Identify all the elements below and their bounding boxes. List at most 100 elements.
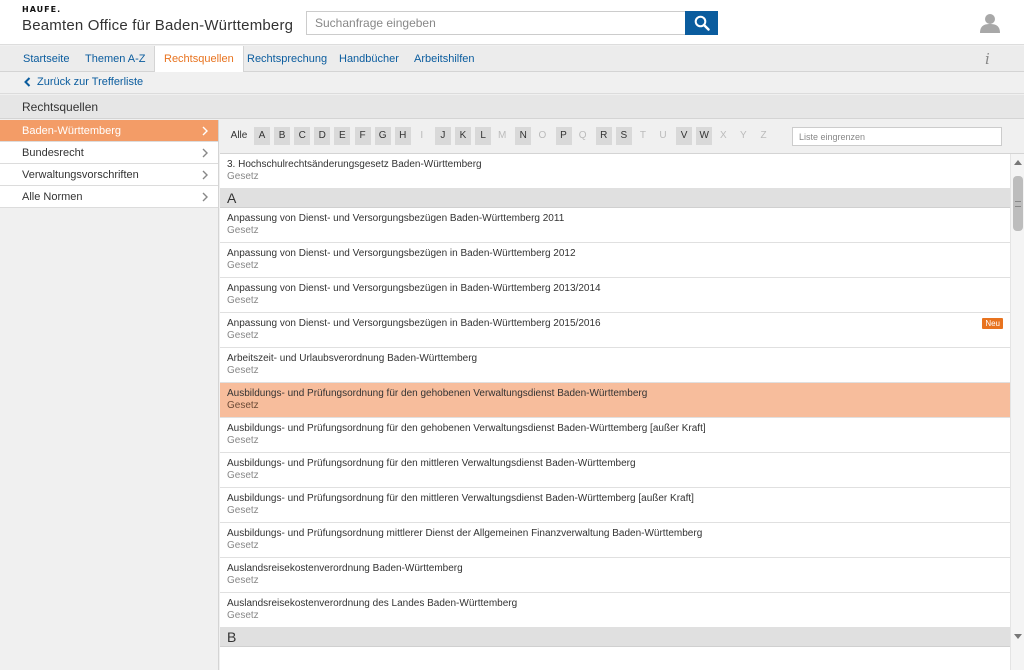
back-bar: Zurück zur Trefferliste — [0, 72, 1024, 94]
document-list: 3. Hochschulrechtsänderungsgesetz Baden-… — [220, 154, 1010, 670]
scroll-down-arrow-icon[interactable] — [1014, 634, 1022, 639]
haufe-logo[interactable]: HAUFE. — [22, 5, 293, 14]
sidebar-item[interactable]: Alle Normen — [0, 186, 218, 208]
letter-filter-c[interactable]: C — [294, 127, 311, 145]
list-item-type: Gesetz — [227, 505, 259, 516]
tab-arbeitshilfen[interactable]: Arbeitshilfen — [405, 46, 484, 72]
list-item[interactable]: Arbeitszeit- und Urlaubsverordnung Baden… — [220, 348, 1010, 383]
letter-filter-w[interactable]: W — [696, 127, 713, 145]
main-nav: Startseite Themen A-Z Rechtsquellen Rech… — [0, 46, 1024, 73]
page-title: Rechtsquellen — [22, 100, 99, 114]
letter-filter-s[interactable]: S — [615, 127, 632, 145]
letter-filter-b[interactable]: B — [274, 127, 291, 145]
sidebar: Baden-Württemberg Bundesrecht Verwaltungsv… — [0, 120, 219, 670]
list-item-type: Gesetz — [227, 365, 259, 376]
list-item[interactable]: Ausbildungs- und Prüfungsordnung für den… — [220, 383, 1010, 418]
list-item-title[interactable]: Arbeitszeit- und Urlaubsverordnung Baden… — [227, 353, 477, 364]
search-icon — [694, 15, 710, 31]
new-badge: Neu — [982, 318, 1003, 329]
list-item[interactable]: Auslandsreisekostenverordnung Baden-Würt… — [220, 558, 1010, 593]
sidebar-item[interactable]: Baden-Württemberg — [0, 120, 218, 142]
list-item-type: Gesetz — [227, 330, 259, 341]
letter-filter-h[interactable]: H — [394, 127, 411, 145]
list-item-type: Gesetz — [227, 260, 259, 271]
letter-filter-n[interactable]: N — [515, 127, 532, 145]
user-icon[interactable] — [979, 13, 1001, 33]
list-item-title[interactable]: Ausbildungs- und Prüfungsordnung für den… — [227, 493, 694, 504]
tab-startseite[interactable]: Startseite — [14, 46, 78, 72]
main-content: AlleABCDEFGHIJKLMNOPQRSTUVWXYZ 3. Hochsc… — [220, 120, 1024, 670]
letter-filter-v[interactable]: V — [676, 127, 693, 145]
sidebar-item-label: Bundesrecht — [22, 147, 84, 159]
list-item-type: Gesetz — [227, 470, 259, 481]
chevron-left-icon — [24, 77, 31, 87]
letter-filter-e[interactable]: E — [334, 127, 351, 145]
tab-handbuecher[interactable]: Handbücher — [330, 46, 408, 72]
list-item-type: Gesetz — [227, 400, 259, 411]
scrollbar[interactable] — [1010, 154, 1024, 670]
list-item-title[interactable]: Ausbildungs- und Prüfungsordnung mittler… — [227, 528, 702, 539]
tab-rechtsprechung[interactable]: Rechtsprechung — [238, 46, 336, 72]
list-item-title[interactable]: Ausbildungs- und Prüfungsordnung für den… — [227, 388, 647, 399]
app-title[interactable]: Beamten Office für Baden-Württemberg — [22, 17, 293, 34]
letter-filter-z: Z — [760, 130, 767, 141]
list-item-title[interactable]: Anpassung von Dienst- und Versorgungsbez… — [227, 283, 601, 294]
back-link[interactable]: Zurück zur Trefferliste — [24, 76, 143, 88]
alphabet-filter-bar: AlleABCDEFGHIJKLMNOPQRST UVWX Y Z — [220, 120, 1024, 154]
brand: HAUFE. Beamten Office für Baden-Württemb… — [22, 5, 293, 34]
search-bar — [306, 11, 718, 35]
search-input[interactable] — [306, 11, 686, 35]
scroll-up-arrow-icon[interactable] — [1014, 160, 1022, 165]
letter-filter-d[interactable]: D — [314, 127, 331, 145]
list-item[interactable]: Ausbildungs- und Prüfungsordnung für den… — [220, 488, 1010, 523]
list-item-title[interactable]: Auslandsreisekostenverordnung des Landes… — [227, 598, 517, 609]
list-group-header: B — [220, 628, 1010, 647]
list-item-title[interactable]: Anpassung von Dienst- und Versorgungsbez… — [227, 213, 564, 224]
list-item-title[interactable]: Auslandsreisekostenverordnung Baden-Würt… — [227, 563, 463, 574]
list-item[interactable]: Auslandsreisekostenverordnung des Landes… — [220, 593, 1010, 628]
letter-filter-a[interactable]: A — [254, 127, 270, 145]
sidebar-item[interactable]: Bundesrecht — [0, 142, 218, 164]
back-link-label: Zurück zur Trefferliste — [37, 76, 144, 88]
list-item[interactable]: Anpassung von Dienst- und Versorgungsbez… — [220, 278, 1010, 313]
list-item-type: Gesetz — [227, 575, 259, 586]
list-item[interactable]: Ausbildungs- und Prüfungsordnung für den… — [220, 453, 1010, 488]
letter-filter-p[interactable]: P — [555, 127, 572, 145]
letter-filter-k[interactable]: K — [455, 127, 471, 145]
tab-rechtsquellen[interactable]: Rechtsquellen — [154, 46, 244, 73]
list-item-type: Gesetz — [227, 540, 259, 551]
list-item-title[interactable]: Anpassung von Dienst- und Versorgungsbez… — [227, 318, 601, 329]
list-item[interactable]: 3. Hochschulrechtsänderungsgesetz Baden-… — [220, 154, 1010, 189]
list-filter-input[interactable] — [792, 127, 1002, 146]
list-item-title[interactable]: Anpassung von Dienst- und Versorgungsbez… — [227, 248, 576, 259]
list-group-header: A — [220, 189, 1010, 208]
scroll-thumb[interactable] — [1013, 176, 1023, 231]
letter-filter-f[interactable]: F — [354, 127, 371, 145]
info-icon[interactable]: i — [985, 50, 990, 68]
sidebar-item-label: Verwaltungsvorschriften — [22, 169, 139, 181]
app-header: HAUFE. Beamten Office für Baden-Württemb… — [0, 0, 1024, 45]
list-item[interactable]: Ausbildungs- und Prüfungsordnung mittler… — [220, 523, 1010, 558]
section-title-bar: Rechtsquellen — [0, 95, 1024, 119]
letter-filter-all[interactable]: Alle — [228, 127, 250, 145]
list-item[interactable]: Anpassung von Dienst- und Versorgungsbez… — [220, 313, 1010, 348]
letter-filter-g[interactable]: G — [374, 127, 391, 145]
chevron-right-icon — [200, 120, 210, 142]
list-item-type: Gesetz — [227, 435, 259, 446]
letter-filter-r[interactable]: R — [595, 127, 612, 145]
letter-filter-x: X — [719, 130, 727, 141]
list-item-title[interactable]: Ausbildungs- und Prüfungsordnung für den… — [227, 423, 706, 434]
search-button[interactable] — [685, 11, 718, 35]
list-item[interactable]: Anpassung von Dienst- und Versorgungsbez… — [220, 243, 1010, 278]
list-item-title[interactable]: Ausbildungs- und Prüfungsordnung für den… — [227, 458, 636, 469]
tab-themen-a-z[interactable]: Themen A-Z — [76, 46, 155, 72]
letter-filter-l[interactable]: L — [475, 127, 492, 145]
list-item[interactable]: Ausbildungs- und Prüfungsordnung für den… — [220, 418, 1010, 453]
sidebar-item-label: Alle Normen — [22, 191, 83, 203]
list-item-title[interactable]: 3. Hochschulrechtsänderungsgesetz Baden-… — [227, 159, 482, 170]
letter-filter-j[interactable]: J — [434, 127, 451, 145]
list-item-type: Gesetz — [227, 610, 259, 621]
list-item[interactable]: Anpassung von Dienst- und Versorgungsbez… — [220, 208, 1010, 243]
sidebar-item[interactable]: Verwaltungsvorschriften — [0, 164, 218, 186]
list-item-type: Gesetz — [227, 295, 259, 306]
